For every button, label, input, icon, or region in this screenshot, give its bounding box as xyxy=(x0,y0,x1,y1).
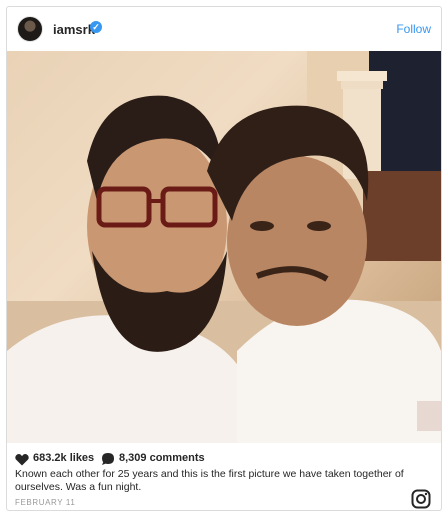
likes-count[interactable]: 683.2k likes xyxy=(33,452,94,464)
post-header: iamsrk ✓ Follow xyxy=(7,7,441,51)
instagram-icon[interactable] xyxy=(411,489,431,509)
username[interactable]: iamsrk xyxy=(53,22,95,37)
post-date: FEBRUARY 11 xyxy=(15,498,76,507)
post-caption: Known each other for 25 years and this i… xyxy=(15,468,404,493)
comments-count[interactable]: 8,309 comments xyxy=(119,452,205,464)
photo-illustration xyxy=(7,51,441,443)
comment-icon[interactable] xyxy=(101,452,115,466)
railing xyxy=(363,171,441,261)
heart-icon[interactable] xyxy=(15,453,29,466)
post-card: iamsrk ✓ Follow 683.2k likes 8,309 comme… xyxy=(6,6,442,511)
post-photo[interactable] xyxy=(7,51,441,443)
avatar[interactable] xyxy=(17,16,43,42)
verified-badge-icon: ✓ xyxy=(90,21,102,33)
follow-button[interactable]: Follow xyxy=(396,22,431,36)
